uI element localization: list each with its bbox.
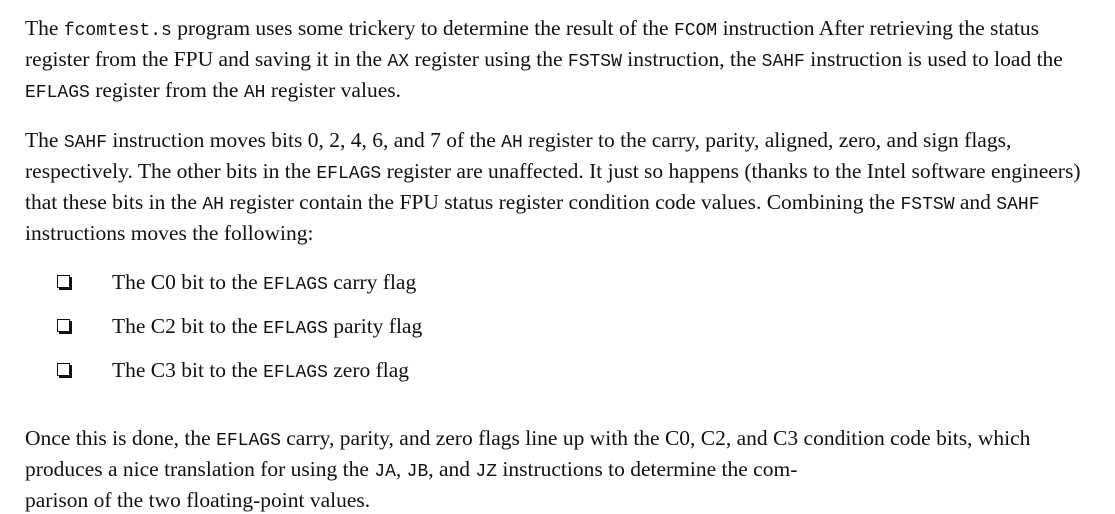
text-run: The xyxy=(25,16,64,40)
list-item-text: The C3 bit to the EFLAGS zero flag xyxy=(112,356,409,387)
text-run: The C2 bit to the xyxy=(112,314,264,338)
text-run: , and xyxy=(428,457,476,481)
text-run: register from the xyxy=(89,78,244,102)
text-run: zero flag xyxy=(327,358,410,382)
text-run: register contain the FPU status register… xyxy=(223,190,901,214)
list-item-text: The C0 bit to the EFLAGS carry flag xyxy=(112,268,416,299)
code-fstsw: FSTSW xyxy=(567,52,622,72)
list-item: The C2 bit to the EFLAGS parity flag xyxy=(25,312,1107,356)
checkbox-bullet-icon xyxy=(57,363,70,376)
text-run: Once this is done, the xyxy=(25,426,217,450)
code-eflags: EFLAGS xyxy=(316,164,382,184)
text-run: The xyxy=(25,128,64,152)
text-run: instruction moves bits 0, 2, 4, 6, and 7… xyxy=(107,128,502,152)
paragraph-fcomtest-intro: The fcomtest.s program uses some tricker… xyxy=(25,14,1107,107)
code-eflags: EFLAGS xyxy=(216,431,281,451)
checkbox-bullet-icon xyxy=(57,275,70,288)
code-ax: AX xyxy=(387,52,410,72)
text-run: parison of the two floating-point values… xyxy=(25,488,371,512)
code-jz: JZ xyxy=(475,462,498,482)
paragraph-sahf-description: The SAHF instruction moves bits 0, 2, 4,… xyxy=(25,126,1107,247)
list-item-text: The C2 bit to the EFLAGS parity flag xyxy=(112,312,422,343)
code-sahf: SAHF xyxy=(63,133,108,153)
text-run: register values. xyxy=(265,78,401,102)
code-jb: JB xyxy=(406,462,429,482)
code-eflags: EFLAGS xyxy=(263,363,328,383)
code-sahf: SAHF xyxy=(996,195,1040,215)
text-run: , xyxy=(395,457,407,481)
code-ja: JA xyxy=(374,462,396,482)
list-item: The C3 bit to the EFLAGS zero flag xyxy=(25,356,1107,400)
code-ah: AH xyxy=(243,83,266,103)
text-run: The C3 bit to the xyxy=(112,358,264,382)
code-ah: AH xyxy=(202,195,224,215)
code-ah: AH xyxy=(501,133,523,153)
code-eflags: EFLAGS xyxy=(25,83,90,103)
code-fcom: FCOM xyxy=(673,21,718,41)
list-item: The C0 bit to the EFLAGS carry flag xyxy=(25,268,1107,312)
text-run: instruction is used to load the xyxy=(804,47,1063,71)
text-run: instructions moves the following: xyxy=(25,221,314,245)
code-eflags: EFLAGS xyxy=(263,275,328,295)
text-run: carry flag xyxy=(327,270,417,294)
code-fcomtest: fcomtest.s xyxy=(63,21,172,41)
text-run: instructions to determine the com- xyxy=(497,457,798,481)
text-run: and xyxy=(954,190,997,214)
code-fstsw: FSTSW xyxy=(900,195,955,215)
text-run: program uses some trickery to determine … xyxy=(171,16,674,40)
flag-mapping-list: The C0 bit to the EFLAGS carry flag The … xyxy=(25,268,1107,400)
text-run: The C0 bit to the xyxy=(112,270,264,294)
paragraph-conclusion: Once this is done, the EFLAGS carry, par… xyxy=(25,424,1107,514)
document-body: The fcomtest.s program uses some tricker… xyxy=(25,14,1107,514)
code-sahf: SAHF xyxy=(761,52,805,72)
text-run: register using the xyxy=(409,47,568,71)
checkbox-bullet-icon xyxy=(57,319,70,332)
text-run: parity flag xyxy=(327,314,423,338)
text-run: instruction, the xyxy=(621,47,762,71)
code-eflags: EFLAGS xyxy=(263,319,328,339)
